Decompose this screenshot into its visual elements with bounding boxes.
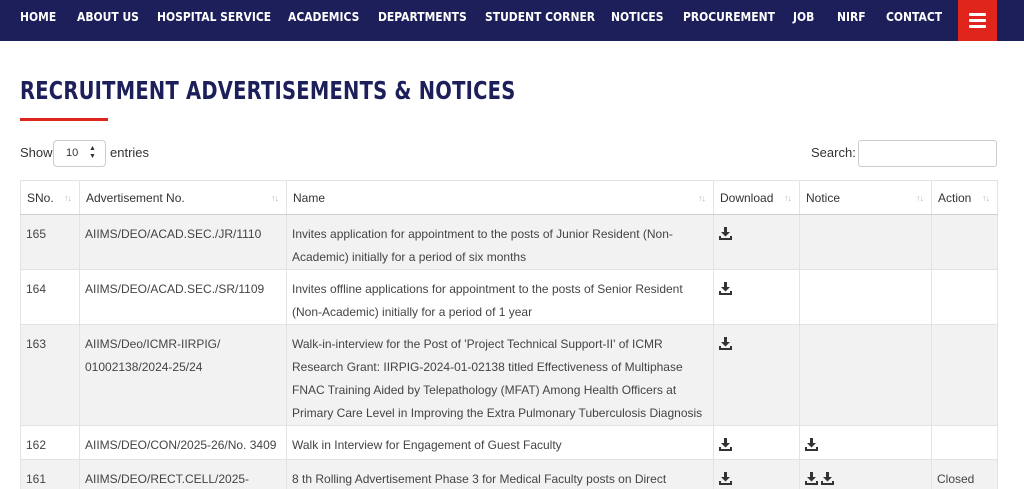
- download-icon[interactable]: [719, 282, 732, 295]
- top-navigation-bar: HOME ABOUT US HOSPITAL SERVICE ACADEMICS DEP…: [0, 0, 1024, 41]
- sort-icon: ↑↓: [271, 193, 279, 203]
- page-title: RECRUITMENT ADVERTISEMENTS & NOTICES: [20, 76, 516, 105]
- sort-icon: ↑↓: [916, 193, 924, 203]
- table-row: 162 AIIMS/DEO/CON/2025-26/No. 3409 Walk in…: [20, 425, 998, 460]
- table-row: 165 AIIMS/DEO/ACAD.SEC./JR/1110 Invites ap…: [20, 214, 998, 270]
- show-label: Show: [20, 145, 53, 160]
- nav-item-student-corner[interactable]: STUDENT CORNER: [485, 0, 595, 34]
- notice-download-icon[interactable]: [821, 472, 834, 485]
- column-header-action[interactable]: Action ↑↓: [931, 180, 998, 215]
- cell-name: Walk-in-interview for the Post of 'Proje…: [286, 324, 714, 426]
- column-header-sno[interactable]: SNo. ↑↓: [20, 180, 80, 215]
- cell-notice: [799, 459, 932, 489]
- cell-action: [931, 324, 998, 426]
- entries-label: entries: [110, 145, 150, 160]
- title-underline: [20, 118, 108, 121]
- nav-item-nirf[interactable]: NIRF: [837, 0, 866, 34]
- cell-action: [931, 269, 998, 325]
- cell-download: [713, 269, 800, 325]
- table-row: 163 AIIMS/Deo/ICMR-IIRPIG/ 01002138/2024-…: [20, 324, 998, 426]
- table-row: 161 AIIMS/DEO/RECT.CELL/2025- 8 th Rolling…: [20, 459, 998, 489]
- cell-sno: 163: [20, 324, 80, 426]
- cell-name: Walk in Interview for Engagement of Gues…: [286, 425, 714, 460]
- column-header-name[interactable]: Name ↑↓: [286, 180, 714, 215]
- notice-download-icon[interactable]: [805, 438, 818, 451]
- cell-advertisement-no: AIIMS/DEO/ACAD.SEC./SR/1109: [79, 269, 287, 325]
- download-icon[interactable]: [719, 337, 732, 350]
- download-icon[interactable]: [719, 227, 732, 240]
- recruitment-table: SNo. ↑↓ Advertisement No. ↑↓ Name ↑↓ Downlo…: [20, 180, 998, 489]
- table-row: 164 AIIMS/DEO/ACAD.SEC./SR/1109 Invites of…: [20, 269, 998, 325]
- cell-advertisement-no: AIIMS/Deo/ICMR-IIRPIG/ 01002138/2024-25/…: [79, 324, 287, 426]
- cell-download: [713, 214, 800, 270]
- cell-sno: 161: [20, 459, 80, 489]
- search-input[interactable]: [858, 140, 997, 167]
- cell-sno: 162: [20, 425, 80, 460]
- cell-action: [931, 214, 998, 270]
- download-icon[interactable]: [719, 472, 732, 485]
- cell-download: [713, 324, 800, 426]
- sort-icon: ↑↓: [698, 193, 706, 203]
- select-arrows-icon: ▲ ▼: [89, 145, 96, 160]
- nav-item-job[interactable]: JOB: [793, 0, 814, 34]
- entries-per-page-value: 10: [66, 147, 79, 159]
- search-label: Search:: [811, 145, 856, 160]
- cell-download: [713, 425, 800, 460]
- nav-item-procurement[interactable]: PROCUREMENT: [683, 0, 775, 34]
- nav-item-notices[interactable]: NOTICES: [611, 0, 663, 34]
- notice-download-icon[interactable]: [805, 472, 818, 485]
- cell-action: Closed: [931, 459, 998, 489]
- nav-item-contact[interactable]: CONTACT: [886, 0, 942, 34]
- cell-advertisement-no: AIIMS/DEO/CON/2025-26/No. 3409: [79, 425, 287, 460]
- nav-item-about-us[interactable]: ABOUT US: [77, 0, 139, 34]
- cell-notice: [799, 214, 932, 270]
- table-header-row: SNo. ↑↓ Advertisement No. ↑↓ Name ↑↓ Downlo…: [20, 180, 998, 215]
- sort-icon: ↑↓: [784, 193, 792, 203]
- cell-advertisement-no: AIIMS/DEO/ACAD.SEC./JR/1110: [79, 214, 287, 270]
- hamburger-menu-icon[interactable]: [958, 0, 997, 41]
- cell-advertisement-no: AIIMS/DEO/RECT.CELL/2025-: [79, 459, 287, 489]
- cell-download: [713, 459, 800, 489]
- cell-name: Invites offline applications for appoint…: [286, 269, 714, 325]
- download-icon[interactable]: [719, 438, 732, 451]
- cell-sno: 165: [20, 214, 80, 270]
- nav-item-home[interactable]: HOME: [20, 0, 56, 34]
- entries-per-page-select[interactable]: 10 ▲ ▼: [53, 140, 106, 167]
- cell-sno: 164: [20, 269, 80, 325]
- column-header-advertisement-no[interactable]: Advertisement No. ↑↓: [79, 180, 287, 215]
- cell-notice: [799, 269, 932, 325]
- cell-notice: [799, 425, 932, 460]
- nav-item-departments[interactable]: DEPARTMENTS: [378, 0, 467, 34]
- column-header-download[interactable]: Download ↑↓: [713, 180, 800, 215]
- sort-icon: ↑↓: [982, 193, 990, 203]
- nav-item-academics[interactable]: ACADEMICS: [288, 0, 359, 34]
- cell-name: Invites application for appointment to t…: [286, 214, 714, 270]
- cell-notice: [799, 324, 932, 426]
- column-header-notice[interactable]: Notice ↑↓: [799, 180, 932, 215]
- cell-name: 8 th Rolling Advertisement Phase 3 for M…: [286, 459, 714, 489]
- sort-icon: ↑↓: [64, 193, 72, 203]
- cell-action: [931, 425, 998, 460]
- nav-item-hospital-service[interactable]: HOSPITAL SERVICE: [157, 0, 271, 34]
